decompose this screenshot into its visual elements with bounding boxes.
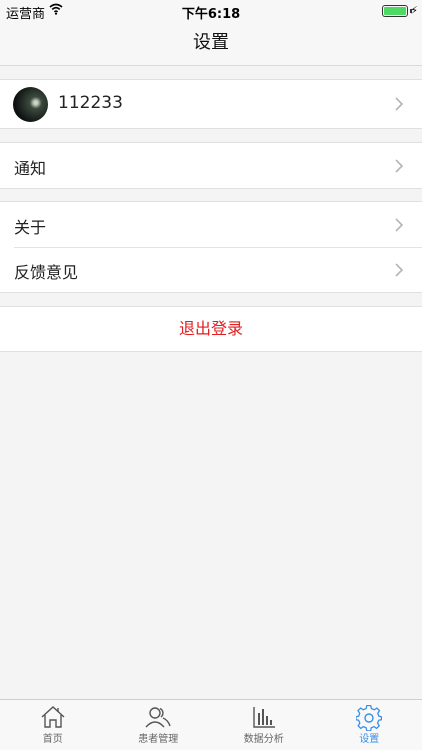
tab-patients-label: 患者管理	[138, 734, 179, 745]
notifications-row[interactable]: 通知	[0, 143, 422, 188]
chart-icon	[253, 707, 275, 728]
feedback-row[interactable]: 反馈意见	[0, 247, 422, 292]
status-time: 下午6:18	[181, 7, 241, 22]
chevron-right-icon	[395, 218, 404, 232]
avatar	[13, 87, 48, 122]
battery-icon	[382, 5, 408, 17]
chevron-right-icon	[395, 97, 404, 111]
page-title: 设置	[193, 32, 229, 53]
about-row[interactable]: 关于	[0, 202, 422, 247]
tab-analytics[interactable]: 数据分析	[211, 700, 317, 750]
chevron-right-icon	[395, 159, 404, 173]
tab-analytics-label: 数据分析	[243, 734, 284, 745]
about-group: 关于 反馈意见	[0, 201, 422, 293]
logout-group: 退出登录	[0, 306, 422, 352]
about-label: 关于	[14, 218, 47, 237]
tab-home[interactable]: 首页	[0, 700, 106, 750]
home-icon	[41, 706, 65, 728]
gear-icon	[356, 705, 383, 731]
notifications-label: 通知	[14, 159, 47, 178]
notifications-group: 通知	[0, 142, 422, 189]
logout-button[interactable]: 退出登录	[0, 307, 422, 351]
tab-settings-label: 设置	[359, 734, 380, 745]
charging-icon: ⚡	[410, 4, 418, 17]
feedback-label: 反馈意见	[14, 263, 79, 282]
status-bar: 运营商 下午6:18 ⚡	[0, 0, 422, 22]
tab-settings[interactable]: 设置	[317, 700, 422, 750]
chevron-right-icon	[395, 263, 404, 277]
profile-group: 112233	[0, 79, 422, 129]
nav-bar: 设置	[0, 22, 422, 66]
profile-row[interactable]: 112233	[0, 80, 422, 128]
tab-home-label: 首页	[42, 734, 63, 745]
tab-patients[interactable]: 患者管理	[106, 700, 212, 750]
patients-icon	[145, 707, 171, 728]
username-label: 112233	[58, 93, 123, 113]
tab-bar: 首页 患者管理 数据分析 设置	[0, 699, 422, 750]
